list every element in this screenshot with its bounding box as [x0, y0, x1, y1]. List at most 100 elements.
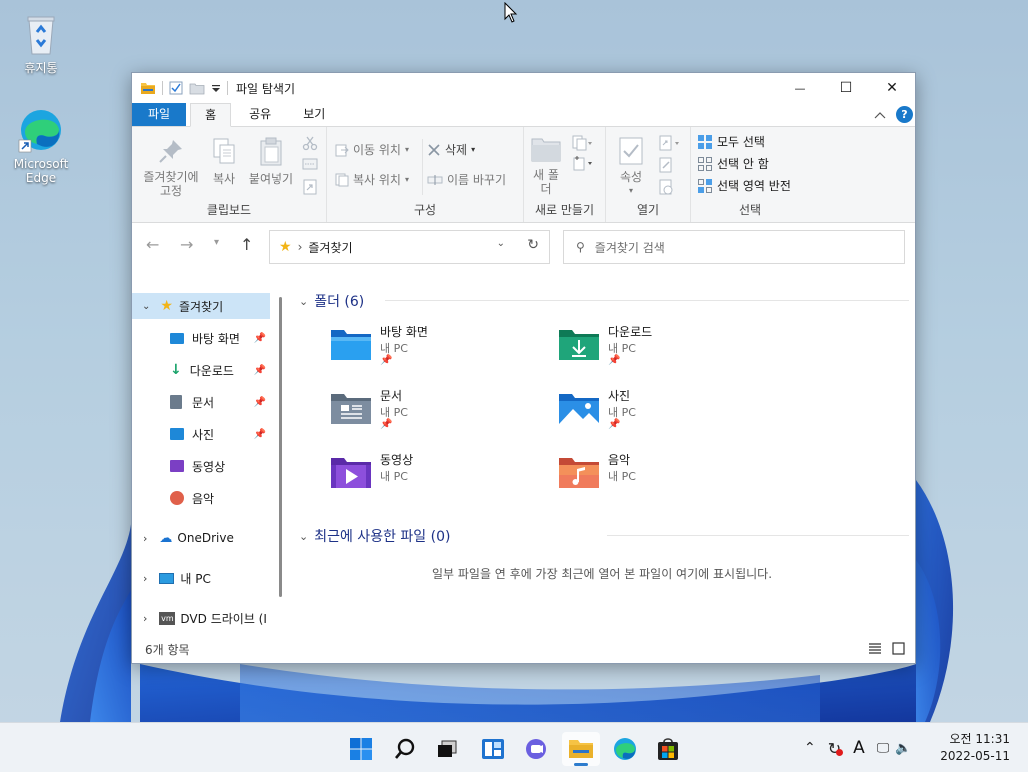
network-icon[interactable]: 🖵	[877, 741, 890, 756]
notification-dot-icon	[836, 748, 844, 756]
address-bar[interactable]: ★ › 즐겨찾기 ⌄ ↻	[269, 230, 550, 264]
folders-section-header[interactable]: ⌄ 폴더 (6)	[299, 291, 364, 311]
music-folder-icon	[557, 455, 601, 491]
folder-tile-desktop[interactable]: 바탕 화면 내 PC 📌	[329, 321, 529, 373]
open-icon[interactable]	[658, 135, 682, 154]
tab-share[interactable]: 공유	[235, 103, 285, 126]
invert-selection-button[interactable]: 선택 영역 반전	[697, 177, 791, 194]
widgets-button[interactable]	[474, 732, 512, 766]
folder-name: 동영상	[380, 453, 414, 467]
chat-button[interactable]	[517, 732, 555, 766]
pin-label: 즐겨찾기에 고정	[143, 170, 199, 198]
folder-tile-videos[interactable]: 동영상 내 PC	[329, 449, 529, 501]
copy-to-button[interactable]: 복사 위치 ▾	[335, 171, 409, 188]
volume-icon[interactable]: 🔈	[895, 741, 911, 756]
move-to-button[interactable]: 이동 위치 ▾	[335, 141, 409, 158]
folder-tile-documents[interactable]: 문서 내 PC 📌	[329, 385, 529, 437]
chevron-down-icon: ⌄	[299, 294, 309, 308]
easy-access-icon[interactable]	[572, 155, 594, 174]
nav-item-pictures[interactable]: 사진 📌	[132, 421, 270, 447]
task-view-button[interactable]	[428, 732, 466, 766]
recent-locations-chevron-icon[interactable]: ▾	[214, 237, 219, 248]
start-button[interactable]	[342, 732, 380, 766]
close-button[interactable]: ✕	[869, 73, 915, 103]
new-folder-button[interactable]: 새 폴더	[530, 137, 562, 196]
nav-item-dvd-drive[interactable]: › vm DVD 드라이브 (I	[132, 605, 270, 631]
back-arrow-icon[interactable]: ←	[146, 235, 159, 254]
title-bar[interactable]: 파일 탐색기 — ☐ ✕	[132, 73, 915, 103]
desktop-recycle-bin[interactable]: 휴지통	[9, 10, 73, 75]
recent-files-section-header[interactable]: ⌄ 최근에 사용한 파일 (0)	[299, 526, 450, 546]
taskbar-clock[interactable]: 오전 11:31 2022-05-11	[940, 731, 1010, 765]
ime-indicator[interactable]: A	[853, 738, 865, 758]
paste-button[interactable]: 붙여넣기	[244, 137, 298, 186]
cut-icon[interactable]	[302, 135, 318, 154]
minimize-button[interactable]: —	[777, 73, 823, 103]
tab-home[interactable]: 홈	[190, 103, 232, 127]
nav-item-videos[interactable]: 동영상	[132, 453, 270, 479]
tab-file[interactable]: 파일	[132, 103, 187, 126]
folder-tile-pictures[interactable]: 사진 내 PC 📌	[557, 385, 757, 437]
folder-tile-music[interactable]: 음악 내 PC	[557, 449, 757, 501]
nav-item-onedrive[interactable]: › ☁ OneDrive	[132, 525, 270, 551]
new-group-label: 새로 만들기	[534, 203, 594, 217]
edge-icon	[614, 738, 636, 760]
ribbon-tab-bar: 파일 홈 공유 보기 ?	[132, 103, 915, 127]
forward-arrow-icon[interactable]: →	[180, 235, 193, 254]
nav-item-quick-access[interactable]: ⌄ ★ 즐겨찾기	[132, 293, 270, 319]
clock-time: 오전 11:31	[949, 732, 1010, 746]
nav-item-music[interactable]: 음악	[132, 485, 270, 511]
select-all-button[interactable]: 모두 선택	[697, 133, 765, 150]
nav-label: 바탕 화면	[192, 331, 240, 346]
select-all-icon	[698, 134, 712, 149]
edge-taskbar-button[interactable]	[606, 732, 644, 766]
nav-pane-scrollbar[interactable]	[279, 297, 282, 597]
properties-check-icon[interactable]	[169, 81, 183, 95]
nav-label: 음악	[192, 491, 215, 506]
taskbar-search-button[interactable]	[386, 732, 424, 766]
edit-icon[interactable]	[658, 157, 674, 176]
up-arrow-icon[interactable]: ↑	[240, 235, 253, 254]
section-divider	[607, 535, 909, 536]
paste-shortcut-icon[interactable]	[302, 179, 318, 198]
folder-location: 내 PC	[380, 470, 408, 483]
qat-separator	[227, 81, 228, 95]
rename-button[interactable]: 이름 바꾸기	[427, 171, 506, 188]
pin-to-quick-access-button[interactable]: 즐겨찾기에 고정	[138, 137, 204, 198]
show-hidden-icons-chevron-icon[interactable]: ⌃	[804, 740, 816, 756]
pin-icon: 📌	[253, 332, 266, 344]
collapse-ribbon-chevron-icon[interactable]	[874, 111, 886, 119]
nav-item-this-pc[interactable]: › 내 PC	[132, 565, 270, 591]
maximize-button[interactable]: ☐	[823, 73, 869, 103]
history-icon[interactable]	[658, 179, 674, 198]
large-icons-view-icon[interactable]	[892, 642, 905, 655]
desktop-edge-shortcut[interactable]: Microsoft Edge	[9, 106, 73, 185]
breadcrumb[interactable]: 즐겨찾기	[308, 239, 352, 256]
tab-view[interactable]: 보기	[289, 103, 339, 126]
window-title: 파일 탐색기	[236, 81, 296, 96]
help-button[interactable]: ?	[896, 106, 913, 123]
chevron-down-icon: ▾	[471, 145, 476, 154]
file-explorer-taskbar-button[interactable]	[562, 732, 600, 766]
copy-button[interactable]: 복사	[206, 137, 242, 186]
search-input[interactable]: ⚲ 즐겨찾기 검색	[563, 230, 905, 264]
nav-item-documents[interactable]: 문서 📌	[132, 389, 270, 415]
customize-qat-dropdown-icon[interactable]	[211, 83, 221, 93]
new-folder-qat-icon[interactable]	[189, 82, 205, 95]
this-pc-icon	[159, 572, 175, 584]
address-dropdown-icon[interactable]: ⌄	[497, 238, 505, 249]
new-item-icon[interactable]	[572, 135, 594, 154]
copy-path-icon[interactable]	[302, 157, 318, 174]
properties-button[interactable]: 속성 ▾	[612, 137, 650, 198]
refresh-icon[interactable]: ↻	[527, 237, 539, 253]
teams-chat-icon	[526, 739, 546, 759]
store-taskbar-button[interactable]	[649, 732, 687, 766]
delete-button[interactable]: 삭제 ▾	[427, 141, 475, 158]
view-toggle	[868, 642, 905, 655]
details-view-icon[interactable]	[868, 642, 882, 654]
folder-tile-downloads[interactable]: 다운로드 내 PC 📌	[557, 321, 757, 373]
select-none-button[interactable]: 선택 안 함	[697, 155, 769, 172]
update-sync-icon[interactable]: ↻	[828, 739, 844, 758]
nav-item-downloads[interactable]: ↓ 다운로드 📌	[132, 357, 270, 383]
nav-item-desktop[interactable]: 바탕 화면 📌	[132, 325, 270, 351]
